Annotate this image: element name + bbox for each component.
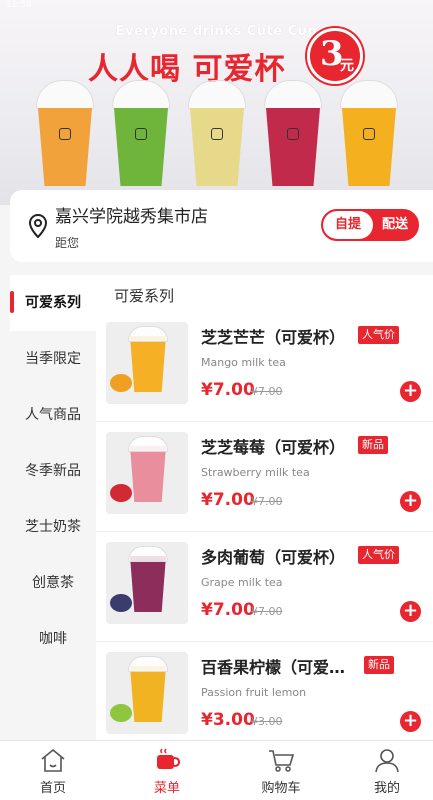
banner-tagline-en: Everyone drinks Cute Cup bbox=[115, 24, 318, 39]
home-icon bbox=[41, 748, 65, 772]
nav-profile[interactable]: 我的 bbox=[342, 741, 432, 800]
product-name-en: Grape milk tea bbox=[201, 576, 283, 589]
store-distance: 距您 bbox=[55, 236, 80, 250]
product-tag: 新品 bbox=[364, 656, 394, 674]
nav-menu[interactable]: 菜单 bbox=[122, 741, 212, 800]
nav-cart[interactable]: 购物车 bbox=[236, 741, 326, 800]
user-icon bbox=[375, 749, 399, 773]
add-to-cart-button[interactable]: + bbox=[400, 381, 421, 402]
product-name: 多肉葡萄（可爱杯） bbox=[201, 548, 346, 567]
cup-image bbox=[260, 80, 326, 190]
banner-cups bbox=[32, 80, 412, 200]
category-item[interactable]: 创意茶 bbox=[10, 555, 96, 611]
section-title: 可爱系列 bbox=[114, 287, 175, 305]
status-time: 11:58 bbox=[6, 0, 32, 10]
add-to-cart-button[interactable]: + bbox=[400, 491, 421, 512]
cart-icon bbox=[269, 750, 295, 772]
product-price: ¥3.00 bbox=[201, 710, 255, 730]
bottom-nav: 首页 菜单 购物车 我的 bbox=[0, 740, 433, 800]
product-image[interactable] bbox=[106, 322, 188, 404]
product-item[interactable]: 芝芝芒芒（可爱杯） 人气价 Mango milk tea ¥7.00 ¥7.00… bbox=[96, 312, 433, 422]
category-item[interactable]: 咖啡 bbox=[10, 611, 96, 667]
product-image[interactable] bbox=[106, 542, 188, 624]
product-price: ¥7.00 bbox=[201, 490, 255, 510]
product-name-en: Mango milk tea bbox=[201, 356, 286, 369]
product-old-price: ¥7.00 bbox=[251, 495, 283, 508]
order-mode-toggle[interactable]: 自提 配送 bbox=[321, 209, 419, 241]
product-old-price: ¥7.00 bbox=[251, 605, 283, 618]
cup-image bbox=[32, 80, 98, 190]
product-item[interactable]: 芝芝莓莓（可爱杯） 新品 Strawberry milk tea ¥7.00 ¥… bbox=[96, 422, 433, 532]
category-item[interactable]: 冬季新品 bbox=[10, 443, 96, 499]
product-list: 可爱系列 芝芝芒芒（可爱杯） 人气价 Mango milk tea ¥7.00 … bbox=[96, 275, 433, 740]
category-item[interactable]: 人气商品 bbox=[10, 387, 96, 443]
product-item[interactable]: 多肉葡萄（可爱杯） 人气价 Grape milk tea ¥7.00 ¥7.00… bbox=[96, 532, 433, 642]
product-name: 百香果柠檬（可爱杯） bbox=[201, 658, 359, 677]
cup-image bbox=[336, 80, 402, 190]
category-item[interactable]: 当季限定 bbox=[10, 331, 96, 387]
nav-label: 购物车 bbox=[261, 781, 301, 796]
cup-image bbox=[108, 80, 174, 190]
nav-label: 我的 bbox=[373, 781, 400, 796]
category-sidebar: 可爱系列 当季限定 人气商品 冬季新品 芝士奶茶 创意茶 咖啡 bbox=[10, 275, 96, 745]
product-tag: 人气价 bbox=[358, 326, 399, 344]
nav-label: 首页 bbox=[39, 781, 66, 796]
product-tag: 人气价 bbox=[358, 546, 399, 564]
store-card[interactable]: 嘉兴学院越秀集市店 距您 自提 配送 bbox=[10, 190, 433, 262]
nav-home[interactable]: 首页 bbox=[8, 741, 98, 800]
menu-cup-icon bbox=[157, 748, 181, 769]
category-item[interactable]: 芝士奶茶 bbox=[10, 499, 96, 555]
cup-image bbox=[184, 80, 250, 190]
product-image[interactable] bbox=[106, 432, 188, 514]
add-to-cart-button[interactable]: + bbox=[400, 601, 421, 622]
location-pin-icon bbox=[28, 214, 48, 238]
product-tag: 新品 bbox=[358, 436, 388, 454]
price-badge: 3 元 bbox=[307, 28, 363, 84]
product-old-price: ¥7.00 bbox=[251, 385, 283, 398]
product-name-en: Passion fruit lemon bbox=[201, 686, 307, 699]
add-to-cart-button[interactable]: + bbox=[400, 711, 421, 732]
product-price: ¥7.00 bbox=[201, 600, 255, 620]
product-price: ¥7.00 bbox=[201, 380, 255, 400]
product-name-en: Strawberry milk tea bbox=[201, 466, 310, 479]
product-image[interactable] bbox=[106, 652, 188, 734]
product-name: 芝芝芒芒（可爱杯） bbox=[201, 328, 346, 347]
nav-label: 菜单 bbox=[153, 781, 180, 796]
pickup-option[interactable]: 自提 bbox=[323, 211, 373, 239]
delivery-option[interactable]: 配送 bbox=[373, 211, 417, 239]
store-name[interactable]: 嘉兴学院越秀集市店 bbox=[55, 202, 208, 227]
category-item[interactable]: 可爱系列 bbox=[10, 275, 96, 331]
product-old-price: ¥3.00 bbox=[251, 715, 283, 728]
product-item[interactable]: 百香果柠檬（可爱杯） 新品 Passion fruit lemon ¥3.00 … bbox=[96, 642, 433, 740]
product-name: 芝芝莓莓（可爱杯） bbox=[201, 438, 346, 457]
promo-banner[interactable]: 11:58 Everyone drinks Cute Cup 人人喝 可爱杯 3… bbox=[0, 0, 433, 205]
price-unit: 元 bbox=[340, 58, 354, 74]
